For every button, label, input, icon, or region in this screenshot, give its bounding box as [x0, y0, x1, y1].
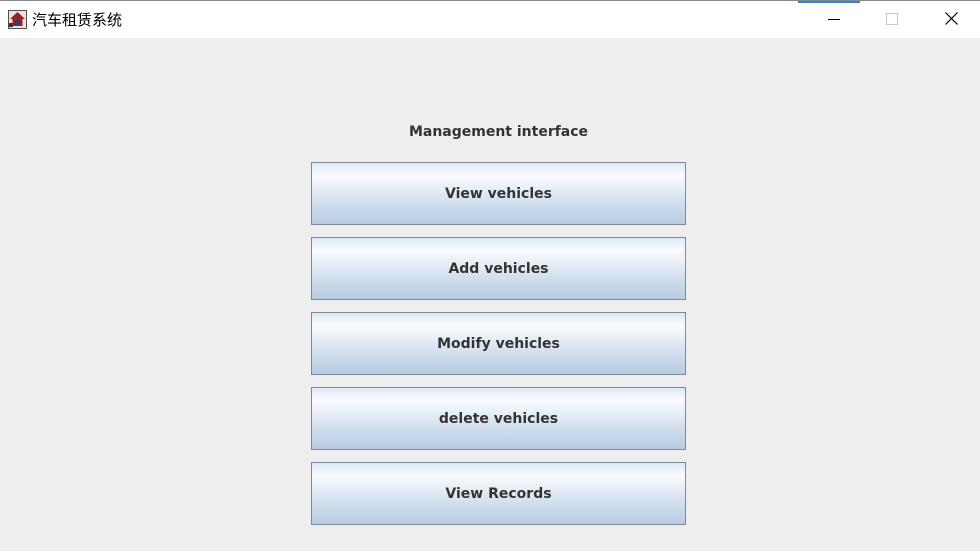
- car-rental-app-icon[interactable]: [8, 10, 27, 29]
- management-heading: Management interface: [408, 124, 589, 140]
- maximize-button[interactable]: [863, 1, 921, 38]
- app-window: 汽车租赁系统 Management interface View vehicle…: [0, 0, 980, 551]
- view-vehicles-button[interactable]: View vehicles: [311, 162, 686, 225]
- add-vehicles-button[interactable]: Add vehicles: [311, 237, 686, 300]
- window-title: 汽车租赁系统: [32, 11, 123, 29]
- close-icon: [944, 10, 958, 29]
- minimize-icon: [828, 10, 840, 29]
- modify-vehicles-button[interactable]: Modify vehicles: [311, 312, 686, 375]
- delete-vehicles-button[interactable]: delete vehicles: [311, 387, 686, 450]
- maximize-icon: [886, 10, 898, 29]
- minimize-button[interactable]: [805, 1, 863, 38]
- close-button[interactable]: [922, 1, 980, 38]
- title-bar[interactable]: 汽车租赁系统: [0, 0, 980, 38]
- view-records-button[interactable]: View Records: [311, 462, 686, 525]
